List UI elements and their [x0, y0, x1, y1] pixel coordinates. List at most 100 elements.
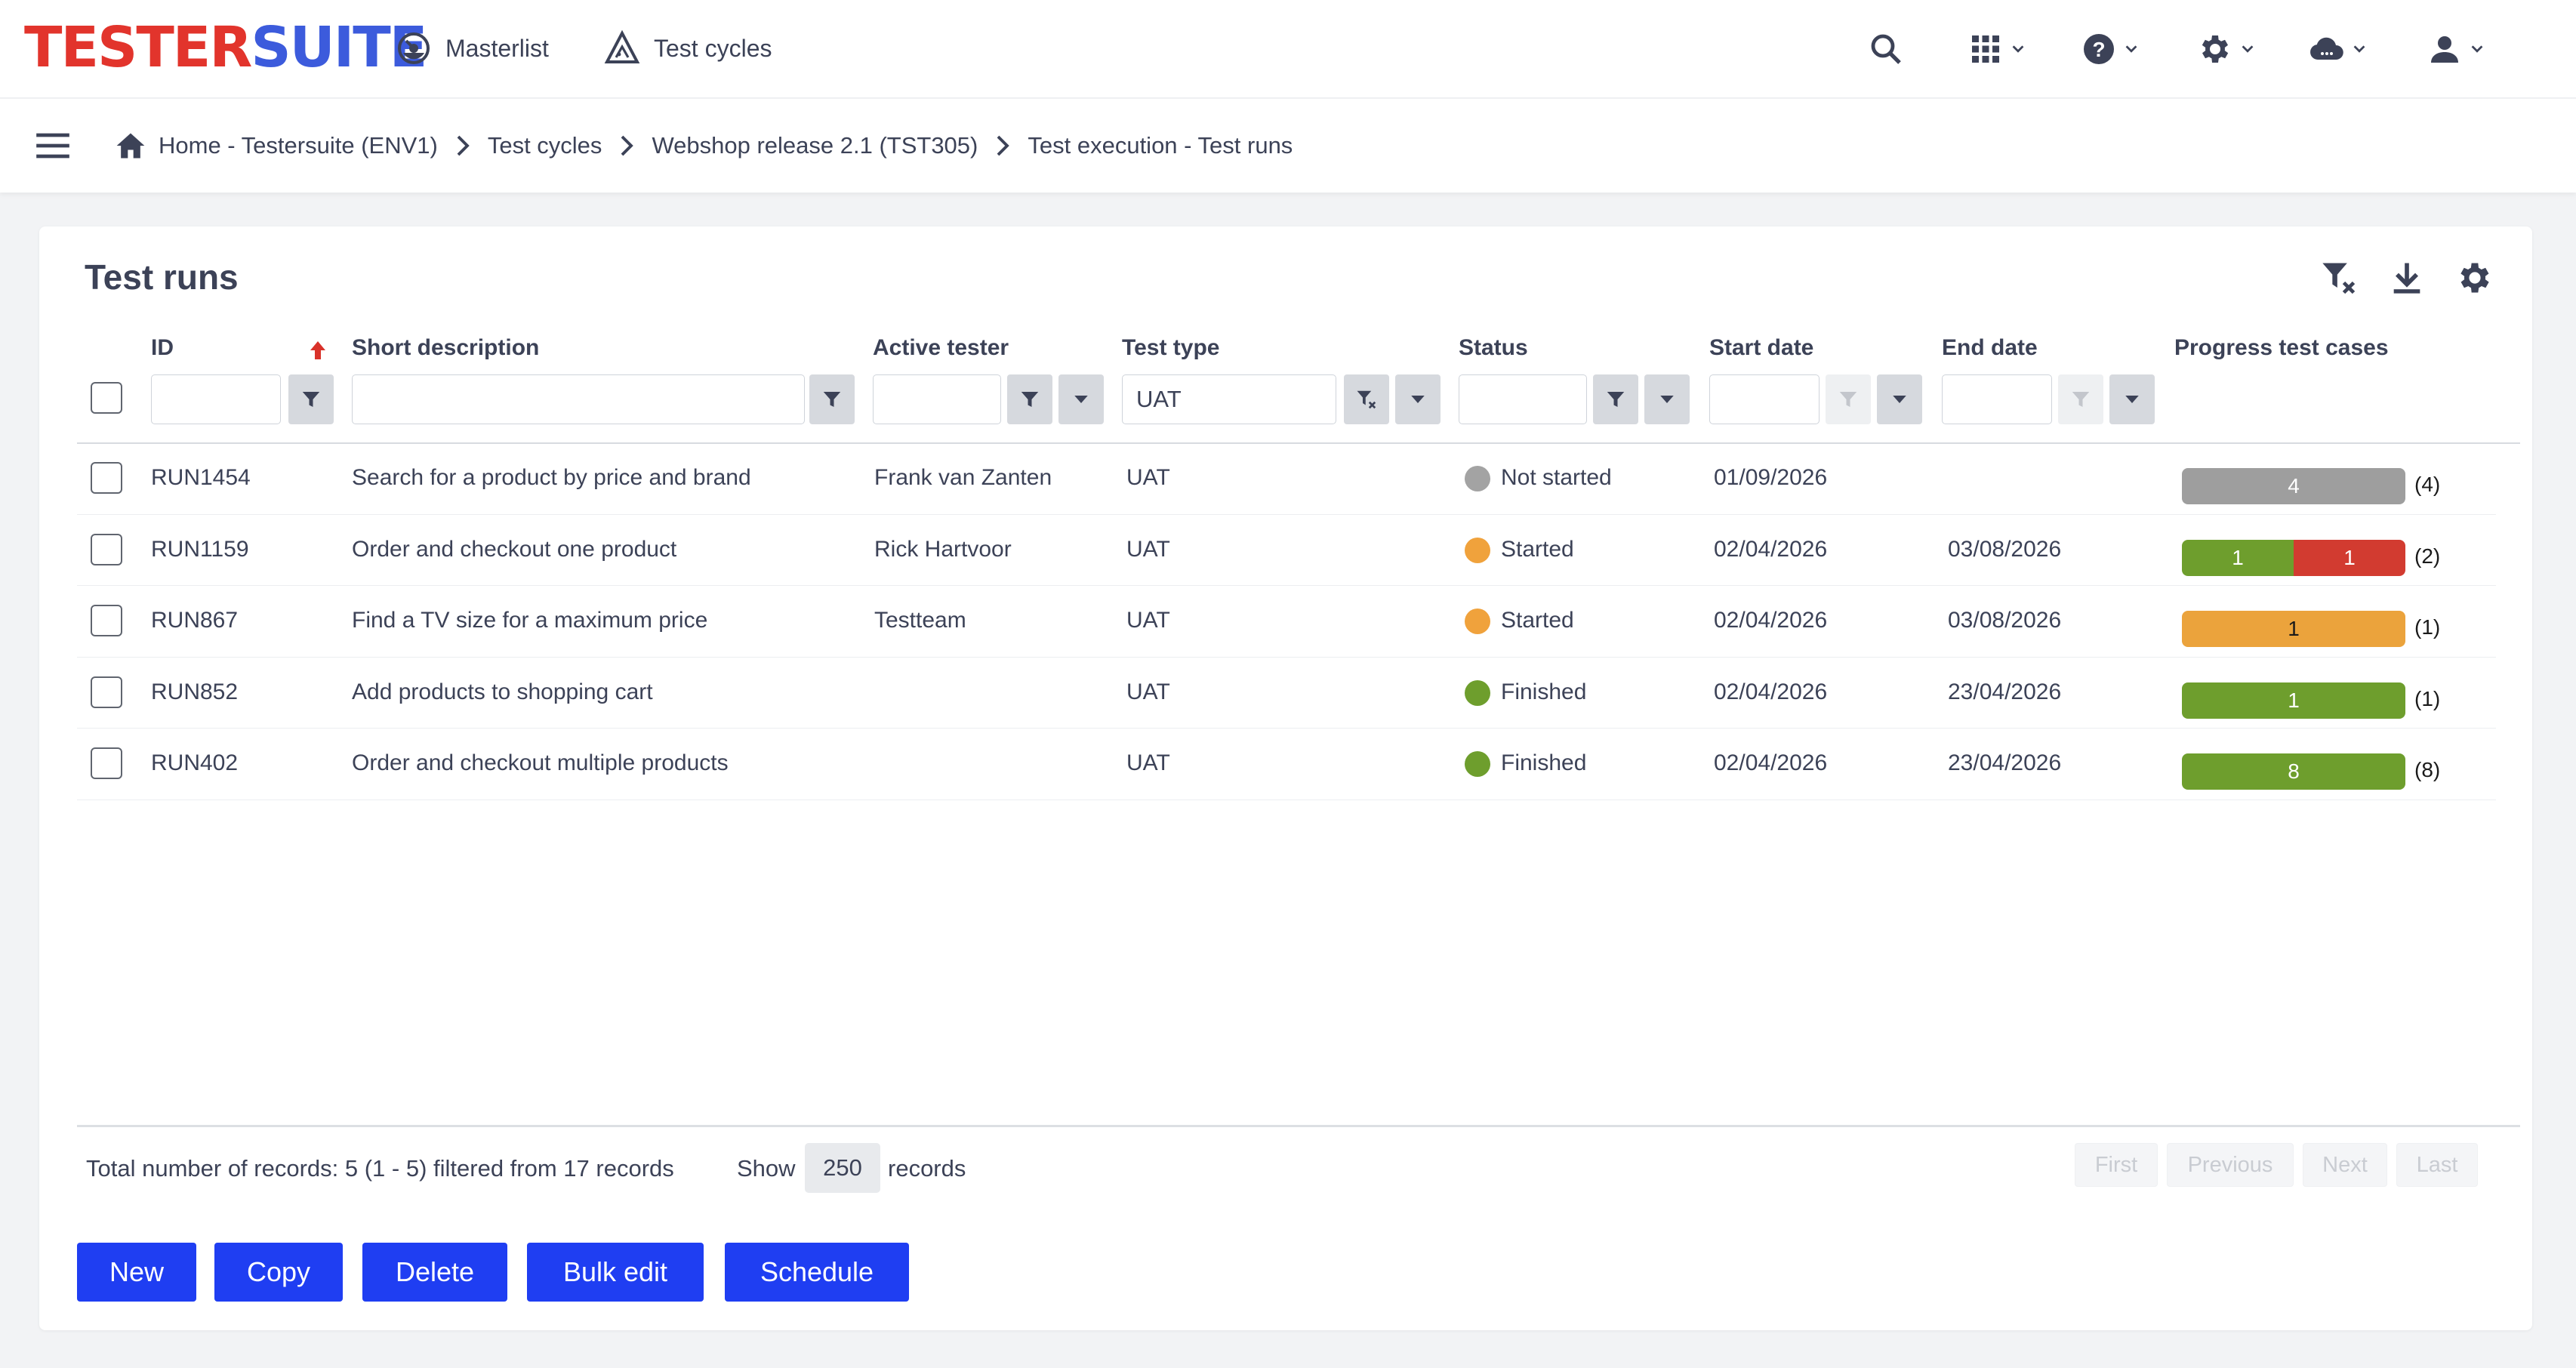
nav-test-cycles[interactable]: Test cycles — [604, 23, 772, 74]
row-divider — [77, 585, 2496, 586]
clear-filter-icon[interactable] — [2319, 258, 2359, 297]
start-date: 02/04/2026 — [1714, 536, 1828, 562]
settings-icon[interactable] — [2455, 258, 2494, 297]
status-dot — [1465, 609, 1490, 634]
test-type: UAT — [1126, 608, 1170, 633]
filter-active-tester-dropdown[interactable] — [1058, 374, 1104, 424]
cloud-menu[interactable] — [2309, 27, 2368, 71]
records-label: records — [888, 1155, 966, 1182]
filter-active-tester-button[interactable] — [1007, 374, 1052, 424]
filter-status-button[interactable] — [1593, 374, 1638, 424]
end-date: 23/04/2026 — [1948, 750, 2062, 775]
status-dot — [1465, 679, 1490, 706]
filter-start-date-dropdown[interactable] — [1877, 374, 1922, 424]
progress-count: (1) — [2414, 615, 2441, 639]
filter-short-description-button[interactable] — [809, 374, 855, 424]
row-checkbox[interactable] — [91, 747, 122, 779]
filter-status-dropdown[interactable] — [1644, 374, 1690, 424]
column-header-id[interactable]: ID — [151, 335, 174, 361]
clear-test-type-filter-button[interactable] — [1344, 374, 1389, 424]
filter-end-date-dropdown[interactable] — [2109, 374, 2155, 424]
nav-test-cycles-label: Test cycles — [654, 34, 772, 62]
filter-test-type-input[interactable]: UAT — [1122, 374, 1336, 424]
settings-menu[interactable] — [2197, 27, 2256, 71]
download-icon[interactable] — [2387, 258, 2427, 297]
filter-start-date-button[interactable] — [1826, 374, 1871, 424]
progress-bar: 4 — [2182, 468, 2405, 504]
run-id[interactable]: RUN1454 — [151, 465, 251, 491]
progress-count: (1) — [2414, 686, 2441, 710]
progress-count: (2) — [2414, 544, 2441, 568]
filter-status-input[interactable] — [1459, 374, 1587, 424]
cloud-icon — [2310, 37, 2343, 60]
chevron-down-icon — [2012, 45, 2024, 53]
filter-short-description-input[interactable] — [352, 374, 805, 424]
column-header-status[interactable]: Status — [1459, 335, 1528, 361]
row-checkbox[interactable] — [91, 676, 122, 708]
row-checkbox[interactable] — [91, 462, 122, 494]
breadcrumb-bar: Home - Testersuite (ENV1) Test cycles We… — [0, 99, 2576, 193]
chevron-right-icon — [997, 135, 1010, 156]
column-header-short-description[interactable]: Short description — [352, 335, 539, 361]
user-menu[interactable] — [2427, 27, 2485, 71]
chevron-down-icon — [2353, 45, 2365, 53]
caret-down-icon — [1411, 396, 1425, 403]
run-id[interactable]: RUN1159 — [151, 537, 249, 562]
chevron-right-icon — [457, 135, 470, 156]
svg-text:?: ? — [2092, 38, 2105, 61]
status-text: Not started — [1501, 465, 1612, 490]
filter-id-input[interactable] — [151, 374, 281, 424]
breadcrumb-webshop-release[interactable]: Webshop release 2.1 (TST305) — [652, 132, 978, 159]
search-button[interactable] — [1868, 27, 1904, 71]
page-size-select[interactable]: 250 — [805, 1143, 880, 1193]
sort-ascending-icon[interactable] — [308, 340, 328, 361]
gear-icon — [2202, 35, 2229, 63]
new-button[interactable]: New — [77, 1243, 196, 1302]
run-id[interactable]: RUN867 — [151, 608, 238, 633]
help-menu[interactable]: ? — [2081, 27, 2140, 71]
bulk-edit-button[interactable]: Bulk edit — [527, 1243, 704, 1302]
testersuite-logo[interactable]: TESTER SUITE — [24, 15, 427, 80]
user-icon — [2431, 36, 2458, 63]
row-divider — [77, 656, 2496, 658]
run-id[interactable]: RUN402 — [151, 750, 238, 776]
filter-end-date-button[interactable] — [2058, 374, 2103, 424]
status-text: Started — [1501, 608, 1574, 633]
short-description: Order and checkout multiple products — [352, 750, 729, 775]
pager-previous-button[interactable]: Previous — [2167, 1143, 2294, 1187]
schedule-button[interactable]: Schedule — [725, 1243, 909, 1302]
delete-button[interactable]: Delete — [362, 1243, 507, 1302]
breadcrumb-test-cycles[interactable]: Test cycles — [488, 132, 602, 159]
run-id[interactable]: RUN852 — [151, 679, 238, 705]
column-header-test-type[interactable]: Test type — [1122, 335, 1219, 361]
chevron-down-icon — [2471, 45, 2483, 53]
column-header-end-date[interactable]: End date — [1942, 335, 2038, 361]
caret-down-icon — [1893, 396, 1906, 403]
nav-masterlist[interactable]: Masterlist — [396, 23, 549, 74]
home-icon[interactable] — [113, 129, 148, 162]
filter-active-tester-input[interactable] — [873, 374, 1001, 424]
hamburger-menu-icon[interactable] — [36, 131, 69, 161]
apps-menu[interactable] — [1967, 27, 2026, 71]
filter-test-type-dropdown[interactable] — [1395, 374, 1441, 424]
breadcrumb-home[interactable]: Home - Testersuite (ENV1) — [159, 132, 438, 159]
pager-last-button[interactable]: Last — [2396, 1143, 2478, 1187]
filter-end-date-input[interactable] — [1942, 374, 2052, 424]
row-divider — [77, 728, 2496, 729]
progress-bar: 1 — [2182, 611, 2405, 647]
pager-first-button[interactable]: First — [2075, 1143, 2158, 1187]
copy-button[interactable]: Copy — [214, 1243, 343, 1302]
active-tester: Frank van Zanten — [874, 465, 1052, 490]
progress-bar: 11 — [2182, 539, 2405, 576]
row-checkbox[interactable] — [91, 533, 122, 565]
select-all-checkbox[interactable] — [91, 382, 122, 414]
filter-start-date-input[interactable] — [1709, 374, 1820, 424]
end-date: 03/08/2026 — [1948, 608, 2062, 633]
pager-next-button[interactable]: Next — [2303, 1143, 2387, 1187]
row-checkbox[interactable] — [91, 605, 122, 636]
test-cycles-icon — [604, 30, 640, 63]
column-header-active-tester[interactable]: Active tester — [873, 335, 1009, 361]
filter-icon — [2072, 392, 2090, 407]
filter-id-button[interactable] — [288, 374, 334, 424]
column-header-start-date[interactable]: Start date — [1709, 335, 1813, 361]
